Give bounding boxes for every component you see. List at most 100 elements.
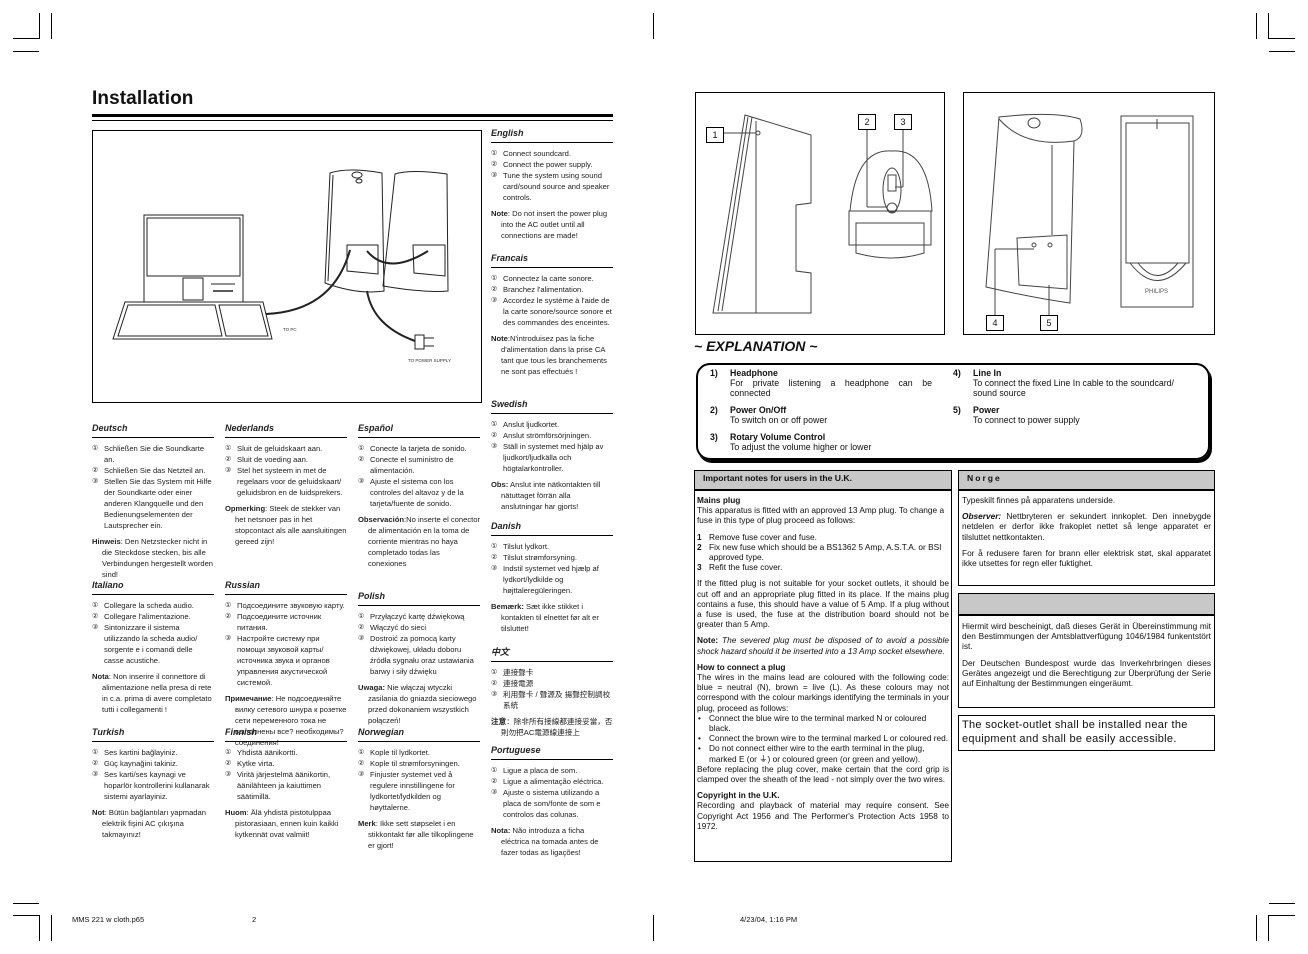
language-block: Russian ① Подсоедините звуковую карту. ② Под… bbox=[225, 580, 347, 748]
step-text: Przyłączyć kartę dźwiękową bbox=[370, 612, 465, 621]
explanation-title: ~ EXPLANATION ~ bbox=[694, 338, 818, 354]
step-list: ① Подсоедините звуковую карту. ② Подсоедини… bbox=[225, 600, 347, 688]
step-marker: ① bbox=[92, 602, 99, 609]
step-text: Stellen Sie das System mit Hilfe der Sou… bbox=[104, 477, 212, 530]
step-item: ① Schließen Sie die Soundkarte an. bbox=[92, 443, 214, 465]
step-item: ③ Stel het systeem in met de regelaars vo… bbox=[225, 465, 347, 498]
language-heading: Nederlands bbox=[225, 423, 347, 438]
step-number: 1 bbox=[697, 531, 702, 542]
fuse-step: 1 Remove fuse cover and fuse. bbox=[697, 532, 949, 542]
explanation-item: 5) Power To connect to power supply bbox=[953, 405, 1198, 425]
step-marker: ③ bbox=[491, 691, 498, 698]
language-heading: Swedish bbox=[491, 399, 613, 414]
note-text: : Älä yhdistä pistotulppaa pistorasiaan,… bbox=[235, 808, 339, 839]
note-label: Nota: bbox=[491, 826, 511, 835]
crop-mark bbox=[1269, 51, 1295, 52]
item-number: 3) bbox=[710, 432, 718, 442]
item-number: 1) bbox=[710, 368, 718, 378]
connect-plug-intro: The wires in the mains lead are coloured… bbox=[697, 672, 949, 713]
step-marker: ③ bbox=[92, 771, 99, 778]
crop-mark bbox=[39, 915, 40, 941]
step-text: Anslut strömförsörjningen. bbox=[503, 431, 592, 440]
step-text: Anslut ljudkortet. bbox=[503, 420, 560, 429]
note-text: ：除非所有接線都連接妥當，否則勿把AC電源線連接上 bbox=[501, 717, 613, 737]
step-list: ① Anslut ljudkortet. ② Anslut strömförsörjn… bbox=[491, 419, 613, 474]
crop-mark bbox=[653, 13, 654, 39]
step-marker: ② bbox=[491, 286, 498, 293]
socket-notice-text: The socket-outlet shall be installed nea… bbox=[962, 719, 1188, 745]
step-marker: ③ bbox=[225, 467, 232, 474]
footer-page-number: 2 bbox=[252, 915, 257, 924]
step-item: ③ Dostroić za pomocą karty dźwiękowej, uk… bbox=[358, 633, 480, 677]
step-item: ② Włączyć do sieci bbox=[358, 622, 480, 633]
mains-plug-intro: This apparatus is fitted with an approve… bbox=[697, 505, 945, 526]
step-item: ① Connectez la carte sonore. bbox=[491, 273, 613, 284]
norge-header: Norge bbox=[959, 471, 1214, 491]
crop-mark bbox=[1269, 903, 1295, 904]
step-marker: ① bbox=[491, 767, 498, 774]
language-block: 中文 ① 連接聲卡 ② 連接電源 ③ 利用聲卡 / 聲源及 揚聲控制調校系統 注意：除非所有接… bbox=[491, 647, 613, 738]
step-number: 3 bbox=[697, 562, 702, 573]
step-text: Connect the power supply. bbox=[503, 160, 593, 169]
step-marker: ③ bbox=[92, 478, 99, 485]
step-text: Connectez la carte sonore. bbox=[503, 274, 594, 283]
step-text: Kytke virta. bbox=[237, 759, 275, 768]
step-list: ① Tilslut lydkort. ② Tilslut strømforsyning… bbox=[491, 541, 613, 596]
step-item: ① Sluit de geluidskaart aan. bbox=[225, 443, 347, 454]
step-marker: ② bbox=[358, 760, 365, 767]
step-list: ① Ligue a placa de som. ② Ligue a alimentaç… bbox=[491, 765, 613, 820]
uk-notes-box: Important notes for users in the U.K. Ma… bbox=[694, 470, 952, 862]
title-rule bbox=[92, 120, 613, 121]
step-text: Włączyć do sieci bbox=[370, 623, 427, 632]
step-marker: ③ bbox=[225, 771, 232, 778]
step-item: ③ Viritä järjestelmä äänikortin, ääniläht… bbox=[225, 769, 347, 802]
step-text: Tilslut lydkort. bbox=[503, 542, 550, 551]
footer-timestamp: 4/23/04, 1:16 PM bbox=[740, 915, 798, 924]
step-text: Ses kartini bağlayiniz. bbox=[104, 748, 178, 757]
step-item: ③ Finjuster systemet ved å regulere innst… bbox=[358, 769, 480, 813]
language-note: Opmerking: Steek de stekker van het nets… bbox=[225, 503, 347, 547]
language-block: Danish ① Tilslut lydkort. ② Tilslut strømfor… bbox=[491, 521, 613, 634]
step-text: Ligue a placa de som. bbox=[503, 766, 578, 775]
step-item: ② Collegare l'alimentazione. bbox=[92, 611, 214, 622]
language-note: 注意：除非所有接線都連接妥當，否則勿把AC電源線連接上 bbox=[491, 716, 613, 738]
language-note: Nota: Non inserire il connettore di alim… bbox=[92, 671, 214, 715]
step-text: Sintonizzare il sistema utilizzando la s… bbox=[104, 623, 198, 665]
crop-mark bbox=[1256, 915, 1257, 941]
language-heading: Portuguese bbox=[491, 745, 613, 760]
callout-1: 1 bbox=[706, 127, 724, 143]
step-marker: ② bbox=[491, 432, 498, 439]
wiring-bullet: Connect the brown wire to the terminal m… bbox=[697, 733, 949, 743]
language-note: Not: Bütün bağlantıları yapmadan elektri… bbox=[92, 807, 214, 840]
step-marker: ③ bbox=[491, 443, 498, 450]
item-number: 2) bbox=[710, 405, 718, 415]
step-marker: ① bbox=[225, 602, 232, 609]
speaker-back-front-diagram: PHILIPS bbox=[985, 113, 1194, 318]
crop-mark bbox=[13, 903, 39, 904]
mains-plug-title: Mains plug bbox=[697, 495, 741, 505]
step-item: ③ Accordez le système à l'aide de la cart… bbox=[491, 295, 613, 328]
copyright-text: Recording and playback of material may r… bbox=[697, 800, 949, 831]
language-heading: 中文 bbox=[491, 647, 613, 662]
crop-mark bbox=[51, 915, 52, 941]
note-label: 注意 bbox=[491, 717, 507, 726]
installation-illustration: TO PC TO POWER SUPPLY bbox=[92, 130, 482, 403]
step-text: Conecte la tarjeta de sonido. bbox=[370, 444, 467, 453]
step-marker: ① bbox=[491, 669, 498, 676]
language-note: Note: Do not insert the power plug into … bbox=[491, 208, 613, 241]
note-text: Nie włączaj wtyczki zasilania do gniazda… bbox=[368, 683, 477, 725]
step-text: Kople til lydkortet. bbox=[370, 748, 430, 757]
language-heading: Español bbox=[358, 423, 480, 438]
step-item: ③ Ajuste o sistema utilizando a placa de … bbox=[491, 787, 613, 820]
step-marker: ③ bbox=[358, 771, 365, 778]
language-heading: Danish bbox=[491, 521, 613, 536]
step-marker: ② bbox=[358, 624, 365, 631]
step-item: ② Conecte el suministro de alimentación. bbox=[358, 454, 480, 476]
step-item: ① Collegare la scheda audio. bbox=[92, 600, 214, 611]
step-item: ② Anslut strömförsörjningen. bbox=[491, 430, 613, 441]
language-note: Nota: Não introduza a ficha eléctrica na… bbox=[491, 825, 613, 858]
step-list: ① Przyłączyć kartę dźwiękową ② Włączyć do s… bbox=[358, 611, 480, 677]
language-block: Norwegian ① Kople til lydkortet. ② Kople til… bbox=[358, 727, 480, 851]
step-item: ① Tilslut lydkort. bbox=[491, 541, 613, 552]
step-number: 2 bbox=[697, 541, 702, 552]
